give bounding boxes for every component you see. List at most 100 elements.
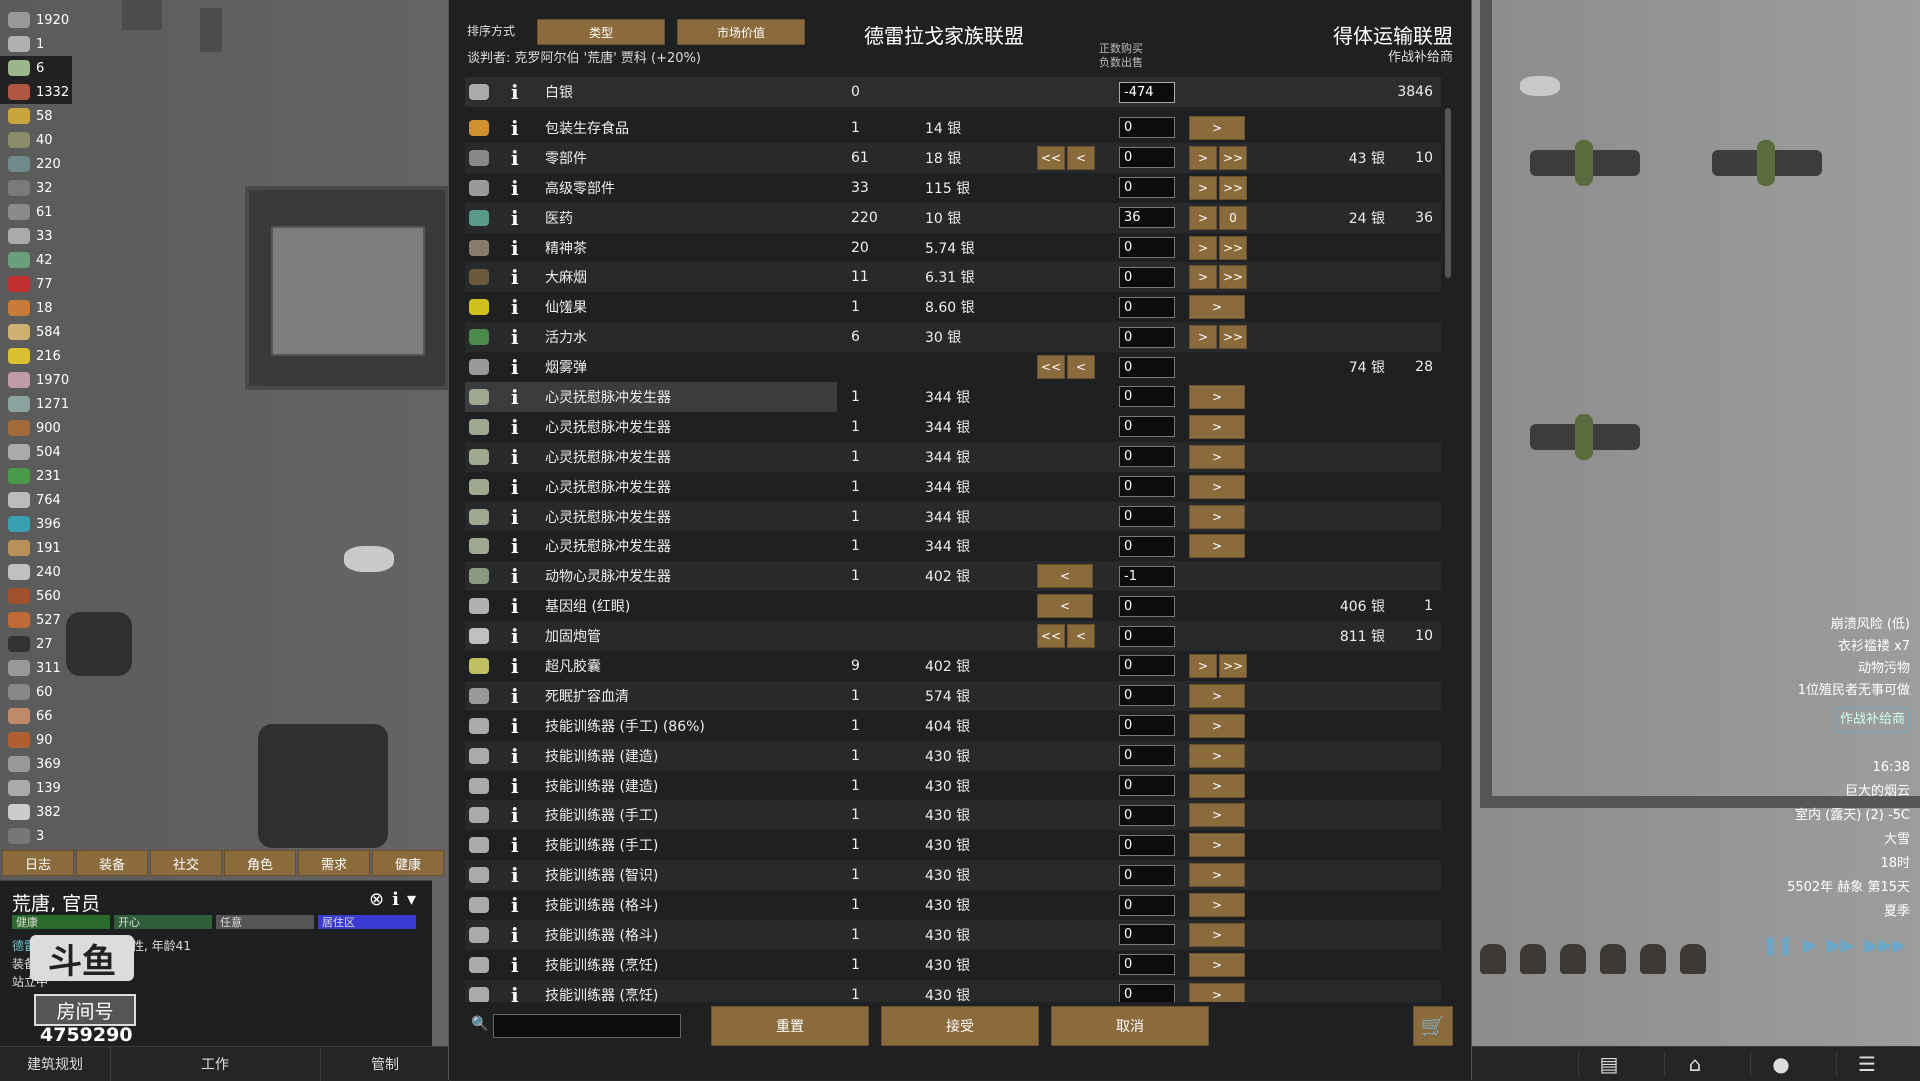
info-icon[interactable]: i bbox=[511, 77, 525, 107]
info-icon[interactable]: i bbox=[511, 800, 525, 830]
map-structure[interactable] bbox=[1530, 414, 1640, 460]
trade-row[interactable]: i 心灵抚慰脉冲发生器 1 344 银 0 > bbox=[465, 382, 1441, 412]
trade-list-scrollbar[interactable] bbox=[1445, 108, 1451, 278]
trade-amount-field[interactable]: 36 bbox=[1119, 203, 1183, 233]
resource-row[interactable]: 560 bbox=[0, 584, 110, 608]
buy-one-button[interactable]: > bbox=[1189, 205, 1217, 230]
sell-all-button[interactable]: << bbox=[1037, 145, 1065, 170]
trade-row[interactable]: i 技能训练器 (手工) 1 430 银 0 > bbox=[465, 800, 1441, 831]
info-icon[interactable]: i bbox=[392, 889, 399, 910]
trade-row[interactable]: i 高级零部件 33 115 银 0 > >> bbox=[465, 173, 1441, 203]
trade-row[interactable]: i 技能训练器 (建造) 1 430 银 0 > bbox=[465, 740, 1441, 771]
map-animal[interactable] bbox=[1520, 76, 1560, 96]
info-icon[interactable]: i bbox=[511, 860, 525, 890]
resource-row[interactable]: 382 bbox=[0, 800, 110, 824]
info-icon[interactable]: i bbox=[511, 203, 525, 233]
trade-amount-field[interactable]: 0 bbox=[1119, 860, 1183, 890]
trade-amount-field[interactable]: 0 bbox=[1119, 950, 1183, 980]
sell-all-button[interactable]: << bbox=[1037, 355, 1065, 380]
trade-row[interactable]: i 大麻烟 11 6.31 银 0 > >> bbox=[465, 262, 1441, 293]
sell-one-button[interactable]: < bbox=[1037, 564, 1093, 589]
trade-amount-field[interactable]: 0 bbox=[1119, 741, 1183, 771]
trade-row[interactable]: i 超凡胶囊 9 402 银 0 > >> bbox=[465, 651, 1441, 681]
trade-amount-field[interactable]: 0 bbox=[1119, 830, 1183, 860]
colonist-portrait[interactable] bbox=[1480, 944, 1506, 974]
sort-by-category-button[interactable]: 类型 bbox=[537, 19, 665, 45]
trade-amount-field[interactable]: 0 bbox=[1119, 920, 1183, 950]
pause-icon[interactable]: ❚❚ bbox=[1763, 935, 1793, 956]
book-icon[interactable]: ▤ bbox=[1578, 1051, 1639, 1077]
trade-amount-field[interactable]: 0 bbox=[1119, 890, 1183, 920]
trade-amount-field[interactable]: 0 bbox=[1119, 502, 1183, 532]
sell-one-button[interactable]: < bbox=[1067, 624, 1095, 649]
trade-row[interactable]: i 技能训练器 (智识) 1 430 银 0 > bbox=[465, 860, 1441, 891]
pawn-tab[interactable]: 社交 bbox=[150, 850, 222, 876]
trade-amount-field[interactable]: 0 bbox=[1119, 412, 1183, 442]
resource-row[interactable]: 396 bbox=[0, 512, 110, 536]
colonist-portrait[interactable] bbox=[1520, 944, 1546, 974]
resource-row[interactable]: 33 bbox=[0, 224, 110, 248]
buy-one-button[interactable]: > bbox=[1189, 235, 1217, 260]
colonist-portrait[interactable] bbox=[1600, 944, 1626, 974]
trade-amount-field[interactable]: 0 bbox=[1119, 711, 1183, 741]
colonist-portrait[interactable] bbox=[1560, 944, 1586, 974]
lightbulb-icon[interactable]: ● bbox=[1750, 1051, 1811, 1077]
resource-row[interactable]: 18 bbox=[0, 296, 110, 320]
buy-one-button[interactable]: > bbox=[1189, 982, 1245, 1002]
resource-row[interactable]: 764 bbox=[0, 488, 110, 512]
resource-row[interactable]: 191 bbox=[0, 536, 110, 560]
fast-icon[interactable]: ▶▶ bbox=[1827, 935, 1855, 956]
trade-amount-field[interactable]: 0 bbox=[1119, 382, 1183, 412]
trade-row[interactable]: i 仙馐果 1 8.60 银 0 > bbox=[465, 292, 1441, 322]
trade-row[interactable]: i 技能训练器 (烹饪) 1 430 银 0 > bbox=[465, 979, 1441, 1002]
colonist-portrait[interactable] bbox=[1640, 944, 1666, 974]
colonist-portrait[interactable] bbox=[1680, 944, 1706, 974]
sell-one-button[interactable]: < bbox=[1037, 594, 1093, 619]
info-icon[interactable]: i bbox=[511, 233, 525, 263]
info-icon[interactable]: i bbox=[511, 531, 525, 561]
buy-one-button[interactable]: > bbox=[1189, 414, 1245, 439]
trade-row[interactable]: i 动物心灵脉冲发生器 1 402 银 < -1 bbox=[465, 561, 1441, 592]
reset-amount-button[interactable]: 0 bbox=[1219, 205, 1247, 230]
map-animal[interactable] bbox=[344, 546, 394, 572]
info-icon[interactable]: i bbox=[511, 741, 525, 771]
buy-one-button[interactable]: > bbox=[1189, 743, 1245, 768]
trade-row[interactable]: i 活力水 6 30 银 0 > >> bbox=[465, 322, 1441, 353]
tab-restrict[interactable]: 管制 bbox=[320, 1047, 451, 1081]
info-icon[interactable]: i bbox=[511, 262, 525, 292]
pawn-tab[interactable]: 装备 bbox=[76, 850, 148, 876]
resource-row[interactable]: 311 bbox=[0, 656, 110, 680]
cancel-button[interactable]: 取消 bbox=[1051, 1006, 1209, 1046]
resource-row[interactable]: 90 bbox=[0, 728, 110, 752]
buy-one-button[interactable]: > bbox=[1189, 325, 1217, 350]
reset-button[interactable]: 重置 bbox=[711, 1006, 869, 1046]
resource-row[interactable]: 66 bbox=[0, 704, 110, 728]
pawn-tab[interactable]: 需求 bbox=[298, 850, 370, 876]
buy-one-button[interactable]: > bbox=[1189, 504, 1245, 529]
buy-one-button[interactable]: > bbox=[1189, 115, 1245, 140]
alert-item[interactable]: 1位殖民者无事可做 bbox=[1798, 680, 1910, 702]
resource-row[interactable]: 240 bbox=[0, 560, 110, 584]
trade-row[interactable]: i 精神茶 20 5.74 银 0 > >> bbox=[465, 233, 1441, 263]
info-icon[interactable]: i bbox=[511, 561, 525, 591]
tab-architect[interactable]: 建筑规划 bbox=[0, 1047, 111, 1081]
map-structure[interactable] bbox=[1712, 140, 1822, 186]
trade-row[interactable]: i 技能训练器 (手工) 1 430 银 0 > bbox=[465, 830, 1441, 860]
tab-work[interactable]: 工作 bbox=[110, 1047, 321, 1081]
trade-amount-field[interactable]: 0 bbox=[1119, 651, 1183, 681]
pawn-tab[interactable]: 日志 bbox=[2, 850, 74, 876]
trade-row-silver[interactable]: i 白银 0 -474 3846 bbox=[465, 77, 1441, 107]
buy-one-button[interactable]: > bbox=[1189, 175, 1217, 200]
info-icon[interactable]: i bbox=[511, 711, 525, 741]
trade-row[interactable]: i 零部件 61 18 银 << <0 > >> 43 银 10 bbox=[465, 142, 1441, 173]
resource-row[interactable]: 1 bbox=[0, 32, 110, 56]
trade-amount-field[interactable]: 0 bbox=[1119, 980, 1183, 1002]
pawn-status-bar[interactable]: 开心 bbox=[114, 915, 212, 929]
list-icon[interactable]: ☰ bbox=[1836, 1051, 1897, 1077]
trade-row[interactable]: i 死眠扩容血清 1 574 银 0 > bbox=[465, 680, 1441, 711]
trade-amount-field[interactable]: 0 bbox=[1119, 352, 1183, 382]
trade-amount-field[interactable]: -1 bbox=[1119, 561, 1183, 591]
close-icon[interactable]: ⊗ bbox=[369, 889, 384, 910]
info-icon[interactable]: i bbox=[511, 472, 525, 502]
map-building[interactable] bbox=[245, 186, 449, 390]
